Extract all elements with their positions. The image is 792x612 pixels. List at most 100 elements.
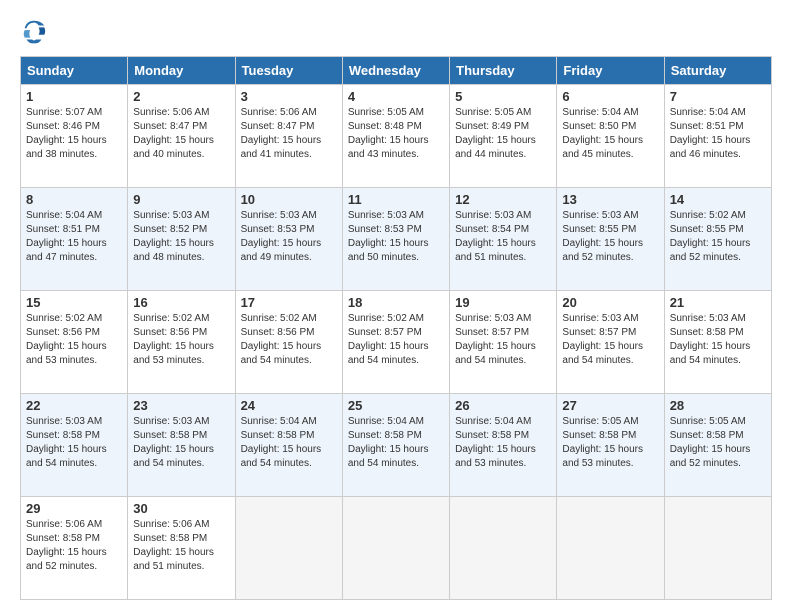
day-number: 29 bbox=[26, 501, 122, 516]
table-row: 6 Sunrise: 5:04 AM Sunset: 8:50 PM Daylig… bbox=[557, 85, 664, 188]
table-row: 8 Sunrise: 5:04 AM Sunset: 8:51 PM Daylig… bbox=[21, 188, 128, 291]
day-number: 26 bbox=[455, 398, 551, 413]
day-number: 17 bbox=[241, 295, 337, 310]
day-number: 27 bbox=[562, 398, 658, 413]
table-row: 12Sunrise: 5:03 AM Sunset: 8:54 PM Dayli… bbox=[450, 188, 557, 291]
day-info: Sunrise: 5:02 AM Sunset: 8:57 PM Dayligh… bbox=[348, 312, 444, 368]
day-info: Sunrise: 5:05 AM Sunset: 8:49 PM Dayligh… bbox=[455, 106, 551, 162]
day-info: Sunrise: 5:03 AM Sunset: 8:57 PM Dayligh… bbox=[455, 312, 551, 368]
col-friday: Friday bbox=[557, 57, 664, 85]
calendar-header-row: Sunday Monday Tuesday Wednesday Thursday… bbox=[21, 57, 772, 85]
table-row: 26 Sunrise: 5:04 AM Sunset: 8:58 PM Dayli… bbox=[450, 394, 557, 497]
table-row: 20 Sunrise: 5:03 AM Sunset: 8:57 PM Dayli… bbox=[557, 291, 664, 394]
day-number: 7 bbox=[670, 89, 766, 104]
day-info: Sunrise: 5:03 AM Sunset: 8:55 PM Dayligh… bbox=[562, 209, 658, 265]
calendar-week-row: 15Sunrise: 5:02 AM Sunset: 8:56 PM Dayli… bbox=[21, 291, 772, 394]
day-info: Sunrise: 5:04 AM Sunset: 8:58 PM Dayligh… bbox=[241, 415, 337, 471]
day-info: Sunrise: 5:04 AM Sunset: 8:50 PM Dayligh… bbox=[562, 106, 658, 162]
day-number: 10 bbox=[241, 192, 337, 207]
day-info: Sunrise: 5:03 AM Sunset: 8:58 PM Dayligh… bbox=[26, 415, 122, 471]
table-row bbox=[342, 497, 449, 600]
calendar-table: Sunday Monday Tuesday Wednesday Thursday… bbox=[20, 56, 772, 600]
table-row: 24 Sunrise: 5:04 AM Sunset: 8:58 PM Dayli… bbox=[235, 394, 342, 497]
table-row: 14Sunrise: 5:02 AM Sunset: 8:55 PM Dayli… bbox=[664, 188, 771, 291]
day-number: 13 bbox=[562, 192, 658, 207]
table-row bbox=[235, 497, 342, 600]
day-number: 9 bbox=[133, 192, 229, 207]
page: Sunday Monday Tuesday Wednesday Thursday… bbox=[0, 0, 792, 612]
day-number: 4 bbox=[348, 89, 444, 104]
day-number: 1 bbox=[26, 89, 122, 104]
table-row: 30 Sunrise: 5:06 AM Sunset: 8:58 PM Dayli… bbox=[128, 497, 235, 600]
day-number: 19 bbox=[455, 295, 551, 310]
table-row: 7 Sunrise: 5:04 AM Sunset: 8:51 PM Daylig… bbox=[664, 85, 771, 188]
day-info: Sunrise: 5:03 AM Sunset: 8:53 PM Dayligh… bbox=[348, 209, 444, 265]
day-info: Sunrise: 5:02 AM Sunset: 8:55 PM Dayligh… bbox=[670, 209, 766, 265]
day-info: Sunrise: 5:05 AM Sunset: 8:58 PM Dayligh… bbox=[562, 415, 658, 471]
table-row: 16Sunrise: 5:02 AM Sunset: 8:56 PM Dayli… bbox=[128, 291, 235, 394]
day-number: 28 bbox=[670, 398, 766, 413]
table-row: 18 Sunrise: 5:02 AM Sunset: 8:57 PM Dayli… bbox=[342, 291, 449, 394]
table-row: 23 Sunrise: 5:03 AM Sunset: 8:58 PM Dayli… bbox=[128, 394, 235, 497]
day-info: Sunrise: 5:03 AM Sunset: 8:52 PM Dayligh… bbox=[133, 209, 229, 265]
day-info: Sunrise: 5:04 AM Sunset: 8:51 PM Dayligh… bbox=[670, 106, 766, 162]
table-row: 25Sunrise: 5:04 AM Sunset: 8:58 PM Dayli… bbox=[342, 394, 449, 497]
day-number: 3 bbox=[241, 89, 337, 104]
table-row bbox=[450, 497, 557, 600]
calendar-week-row: 1 Sunrise: 5:07 AM Sunset: 8:46 PM Daylig… bbox=[21, 85, 772, 188]
day-number: 25 bbox=[348, 398, 444, 413]
logo bbox=[20, 18, 52, 46]
day-number: 16 bbox=[133, 295, 229, 310]
table-row: 22 Sunrise: 5:03 AM Sunset: 8:58 PM Dayli… bbox=[21, 394, 128, 497]
day-info: Sunrise: 5:04 AM Sunset: 8:58 PM Dayligh… bbox=[455, 415, 551, 471]
day-number: 30 bbox=[133, 501, 229, 516]
calendar-week-row: 8 Sunrise: 5:04 AM Sunset: 8:51 PM Daylig… bbox=[21, 188, 772, 291]
col-wednesday: Wednesday bbox=[342, 57, 449, 85]
table-row: 17 Sunrise: 5:02 AM Sunset: 8:56 PM Dayli… bbox=[235, 291, 342, 394]
day-number: 18 bbox=[348, 295, 444, 310]
day-info: Sunrise: 5:03 AM Sunset: 8:58 PM Dayligh… bbox=[133, 415, 229, 471]
day-info: Sunrise: 5:07 AM Sunset: 8:46 PM Dayligh… bbox=[26, 106, 122, 162]
day-info: Sunrise: 5:05 AM Sunset: 8:58 PM Dayligh… bbox=[670, 415, 766, 471]
table-row: 11 Sunrise: 5:03 AM Sunset: 8:53 PM Dayli… bbox=[342, 188, 449, 291]
day-number: 20 bbox=[562, 295, 658, 310]
day-number: 12 bbox=[455, 192, 551, 207]
table-row: 5 Sunrise: 5:05 AM Sunset: 8:49 PM Daylig… bbox=[450, 85, 557, 188]
col-tuesday: Tuesday bbox=[235, 57, 342, 85]
table-row: 27 Sunrise: 5:05 AM Sunset: 8:58 PM Dayli… bbox=[557, 394, 664, 497]
day-info: Sunrise: 5:03 AM Sunset: 8:53 PM Dayligh… bbox=[241, 209, 337, 265]
day-info: Sunrise: 5:05 AM Sunset: 8:48 PM Dayligh… bbox=[348, 106, 444, 162]
day-number: 11 bbox=[348, 192, 444, 207]
table-row: 29 Sunrise: 5:06 AM Sunset: 8:58 PM Dayli… bbox=[21, 497, 128, 600]
day-number: 5 bbox=[455, 89, 551, 104]
day-info: Sunrise: 5:06 AM Sunset: 8:47 PM Dayligh… bbox=[133, 106, 229, 162]
day-number: 2 bbox=[133, 89, 229, 104]
day-info: Sunrise: 5:04 AM Sunset: 8:51 PM Dayligh… bbox=[26, 209, 122, 265]
table-row: 1 Sunrise: 5:07 AM Sunset: 8:46 PM Daylig… bbox=[21, 85, 128, 188]
day-number: 6 bbox=[562, 89, 658, 104]
table-row: 21Sunrise: 5:03 AM Sunset: 8:58 PM Dayli… bbox=[664, 291, 771, 394]
day-number: 23 bbox=[133, 398, 229, 413]
table-row: 19 Sunrise: 5:03 AM Sunset: 8:57 PM Dayli… bbox=[450, 291, 557, 394]
day-info: Sunrise: 5:02 AM Sunset: 8:56 PM Dayligh… bbox=[241, 312, 337, 368]
day-info: Sunrise: 5:06 AM Sunset: 8:58 PM Dayligh… bbox=[133, 518, 229, 574]
table-row: 9 Sunrise: 5:03 AM Sunset: 8:52 PM Daylig… bbox=[128, 188, 235, 291]
day-info: Sunrise: 5:06 AM Sunset: 8:58 PM Dayligh… bbox=[26, 518, 122, 574]
day-number: 24 bbox=[241, 398, 337, 413]
table-row: 28 Sunrise: 5:05 AM Sunset: 8:58 PM Dayli… bbox=[664, 394, 771, 497]
table-row: 4 Sunrise: 5:05 AM Sunset: 8:48 PM Daylig… bbox=[342, 85, 449, 188]
calendar-week-row: 22 Sunrise: 5:03 AM Sunset: 8:58 PM Dayli… bbox=[21, 394, 772, 497]
col-sunday: Sunday bbox=[21, 57, 128, 85]
day-info: Sunrise: 5:06 AM Sunset: 8:47 PM Dayligh… bbox=[241, 106, 337, 162]
day-info: Sunrise: 5:03 AM Sunset: 8:57 PM Dayligh… bbox=[562, 312, 658, 368]
day-info: Sunrise: 5:03 AM Sunset: 8:58 PM Dayligh… bbox=[670, 312, 766, 368]
day-number: 22 bbox=[26, 398, 122, 413]
calendar-week-row: 29 Sunrise: 5:06 AM Sunset: 8:58 PM Dayli… bbox=[21, 497, 772, 600]
logo-icon bbox=[20, 18, 48, 46]
table-row: 15Sunrise: 5:02 AM Sunset: 8:56 PM Dayli… bbox=[21, 291, 128, 394]
day-number: 8 bbox=[26, 192, 122, 207]
table-row: 3 Sunrise: 5:06 AM Sunset: 8:47 PM Daylig… bbox=[235, 85, 342, 188]
table-row bbox=[664, 497, 771, 600]
table-row: 13 Sunrise: 5:03 AM Sunset: 8:55 PM Dayli… bbox=[557, 188, 664, 291]
table-row: 2 Sunrise: 5:06 AM Sunset: 8:47 PM Daylig… bbox=[128, 85, 235, 188]
